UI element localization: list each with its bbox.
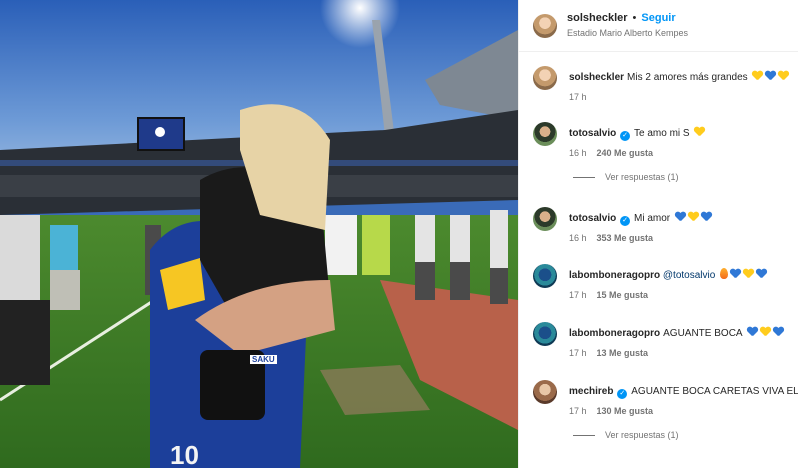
comment-text: Te amo mi S [634, 128, 690, 139]
comment-item: mechireb ✓ AGUANTE BOCA CARETAS VIVA EL 1… [533, 380, 798, 440]
blue-heart-icon [773, 327, 784, 337]
comment-username[interactable]: labomboneragopro [569, 270, 660, 281]
comment-item: labomboneragopro @totosalvio 17 h 15 Me … [533, 264, 798, 300]
verified-badge-icon: ✓ [620, 131, 631, 141]
comment-likes[interactable]: 130 Me gusta [597, 406, 654, 416]
blue-heart-icon [701, 212, 712, 222]
avatar[interactable] [533, 322, 557, 346]
comment-item: solsheckler Mis 2 amores más grandes 17 h [533, 66, 798, 102]
post-photo[interactable]: 10 SAKU [0, 0, 518, 468]
avatar[interactable] [533, 122, 557, 146]
jersey-tag: SAKU [250, 355, 277, 364]
blue-heart-icon [765, 71, 776, 81]
comment-username[interactable]: totosalvio [569, 128, 616, 139]
yellow-heart-icon [752, 71, 763, 81]
comment-time[interactable]: 17 h [569, 406, 587, 416]
comment-item: totosalvio ✓ Mi amor 16 h 353 Me gusta [533, 207, 798, 243]
view-replies-label: Ver respuestas (1) [605, 172, 679, 182]
view-replies-button[interactable]: Ver respuestas (1) [573, 430, 798, 440]
comment-time[interactable]: 17 h [569, 290, 587, 300]
separator-dot: • [632, 12, 637, 24]
blue-heart-icon [730, 269, 741, 279]
blue-heart-icon [675, 212, 686, 222]
avatar[interactable] [533, 264, 557, 288]
comment-text: Mis 2 amores más grandes [627, 72, 748, 83]
yellow-heart-icon [778, 71, 789, 81]
post-header: solsheckler • Seguir Estadio Mario Alber… [519, 0, 798, 52]
comment-time[interactable]: 16 h [569, 148, 587, 158]
comment-likes[interactable]: 13 Me gusta [597, 348, 649, 358]
blue-heart-icon [747, 327, 758, 337]
comment-text: AGUANTE BOCA [663, 328, 743, 339]
comment-time[interactable]: 17 h [569, 348, 587, 358]
verified-badge-icon: ✓ [620, 216, 631, 226]
avatar[interactable] [533, 380, 557, 404]
follow-button[interactable]: Seguir [641, 12, 675, 25]
header-username[interactable]: solsheckler [567, 12, 628, 25]
comment-username[interactable]: solsheckler [569, 72, 624, 83]
mention-link[interactable]: @totosalvio [663, 270, 715, 281]
view-replies-label: Ver respuestas (1) [605, 430, 679, 440]
comment-username[interactable]: mechireb [569, 386, 613, 397]
comment-username[interactable]: totosalvio [569, 213, 616, 224]
avatar[interactable] [533, 13, 557, 38]
comment-likes[interactable]: 240 Me gusta [597, 148, 654, 158]
avatar[interactable] [533, 207, 557, 231]
comments-panel: solsheckler • Seguir Estadio Mario Alber… [518, 0, 798, 468]
blue-heart-icon [756, 269, 767, 279]
yellow-heart-icon [760, 327, 771, 337]
yellow-heart-icon [743, 269, 754, 279]
verified-badge-icon: ✓ [617, 389, 628, 399]
location-link[interactable]: Estadio Mario Alberto Kempes [567, 28, 688, 39]
replies-line [573, 176, 595, 178]
comment-item: totosalvio ✓ Te amo mi S 16 h 240 Me gust… [533, 122, 798, 182]
comment-time[interactable]: 16 h [569, 233, 587, 243]
comment-text: Mi amor [634, 213, 671, 224]
comment-text: AGUANTE BOCA CARETAS VIVA EL [631, 386, 798, 397]
comment-time[interactable]: 17 h [569, 92, 587, 102]
avatar[interactable] [533, 66, 557, 90]
jersey-number: 10 [170, 440, 199, 468]
yellow-heart-icon [688, 212, 699, 222]
comment-username[interactable]: labomboneragopro [569, 328, 660, 339]
stadium-photo [0, 0, 518, 468]
yellow-heart-icon [694, 127, 705, 137]
comment-likes[interactable]: 353 Me gusta [597, 233, 654, 243]
comment-likes[interactable]: 15 Me gusta [597, 290, 649, 300]
view-replies-button[interactable]: Ver respuestas (1) [573, 172, 798, 182]
replies-line [573, 434, 595, 436]
fire-icon [720, 268, 729, 279]
comment-item: labomboneragopro AGUANTE BOCA 17 h 13 Me … [533, 322, 798, 358]
